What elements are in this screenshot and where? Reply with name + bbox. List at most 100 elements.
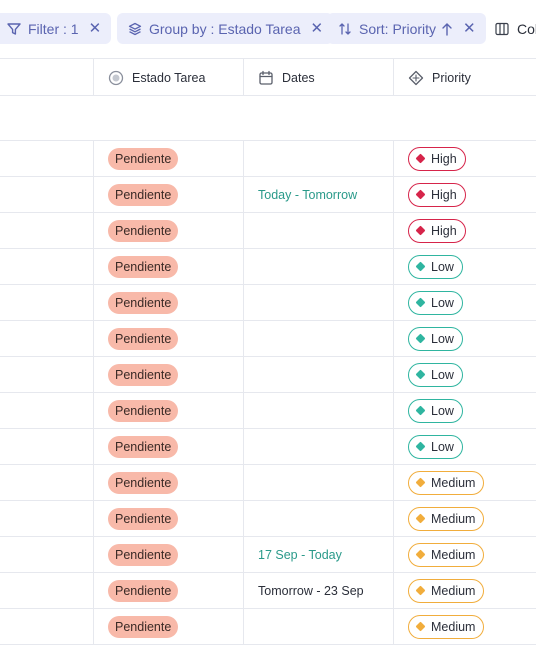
priority-badge[interactable]: High: [408, 218, 466, 243]
table-row[interactable]: Pendiente Low: [0, 429, 536, 465]
table-header: Estado Tarea Dates Priority: [0, 58, 536, 96]
status-cell[interactable]: Pendiente: [94, 609, 243, 644]
table-row[interactable]: Pendiente Low: [0, 357, 536, 393]
dates-cell[interactable]: [244, 609, 393, 644]
priority-badge[interactable]: High: [408, 146, 466, 171]
table-row[interactable]: Pendiente Medium: [0, 501, 536, 537]
status-cell[interactable]: Pendiente: [94, 177, 243, 212]
remove-sort-icon[interactable]: ✕: [463, 21, 476, 36]
priority-badge[interactable]: Medium: [408, 542, 485, 567]
priority-cell[interactable]: Low: [394, 249, 536, 284]
priority-cell[interactable]: Low: [394, 357, 536, 392]
priority-badge[interactable]: Medium: [408, 506, 485, 531]
dates-cell[interactable]: [244, 357, 393, 392]
priority-cell[interactable]: Low: [394, 285, 536, 320]
arrow-up-icon[interactable]: [441, 22, 453, 36]
priority-cell[interactable]: High: [394, 213, 536, 248]
dates-cell[interactable]: [244, 501, 393, 536]
status-badge[interactable]: Pendiente: [108, 147, 179, 170]
dates-cell[interactable]: [244, 429, 393, 464]
status-badge[interactable]: Pendiente: [108, 579, 179, 602]
dates-cell[interactable]: Tomorrow - 23 Sep: [244, 573, 393, 608]
status-cell[interactable]: Pendiente: [94, 141, 243, 176]
table-row[interactable]: Pendiente High: [0, 141, 536, 177]
table-row[interactable]: Pendiente Low: [0, 249, 536, 285]
table-row[interactable]: Pendiente High: [0, 213, 536, 249]
status-cell[interactable]: Pendiente: [94, 321, 243, 356]
dates-cell[interactable]: Today - Tomorrow: [244, 177, 393, 212]
dates-cell[interactable]: [244, 213, 393, 248]
table-row[interactable]: Pendiente Medium: [0, 609, 536, 645]
priority-label: Low: [431, 367, 454, 382]
dates-cell[interactable]: [244, 393, 393, 428]
table-row[interactable]: Pendiente Low: [0, 285, 536, 321]
layers-icon: [127, 21, 143, 37]
column-header-estado-tarea[interactable]: Estado Tarea: [94, 59, 243, 96]
status-badge[interactable]: Pendiente: [108, 471, 179, 494]
dates-cell[interactable]: [244, 141, 393, 176]
status-badge[interactable]: Pendiente: [108, 543, 179, 566]
dates-cell[interactable]: [244, 285, 393, 320]
priority-cell[interactable]: High: [394, 177, 536, 212]
status-cell[interactable]: Pendiente: [94, 357, 243, 392]
priority-badge[interactable]: Low: [408, 254, 463, 279]
priority-badge[interactable]: Low: [408, 290, 463, 315]
priority-cell[interactable]: Medium: [394, 501, 536, 536]
status-badge[interactable]: Pendiente: [108, 399, 179, 422]
column-header-priority[interactable]: Priority: [394, 59, 536, 96]
status-cell[interactable]: Pendiente: [94, 213, 243, 248]
filter-chip[interactable]: Filter : 1 ✕: [0, 13, 112, 44]
priority-badge[interactable]: Low: [408, 398, 463, 423]
priority-badge[interactable]: Medium: [408, 578, 485, 603]
status-cell[interactable]: Pendiente: [94, 465, 243, 500]
status-cell[interactable]: Pendiente: [94, 393, 243, 428]
priority-badge[interactable]: High: [408, 182, 466, 207]
sort-chip[interactable]: Sort: Priority ✕: [327, 13, 486, 44]
remove-group-icon[interactable]: ✕: [311, 21, 324, 36]
dates-cell[interactable]: [244, 465, 393, 500]
table-row[interactable]: Pendiente Low: [0, 321, 536, 357]
status-badge[interactable]: Pendiente: [108, 183, 179, 206]
priority-cell[interactable]: Medium: [394, 537, 536, 572]
priority-badge[interactable]: Low: [408, 362, 463, 387]
status-badge[interactable]: Pendiente: [108, 615, 179, 638]
status-badge[interactable]: Pendiente: [108, 255, 179, 278]
table-row[interactable]: Pendiente Medium: [0, 465, 536, 501]
status-cell[interactable]: Pendiente: [94, 285, 243, 320]
priority-badge[interactable]: Low: [408, 434, 463, 459]
table-row[interactable]: Pendiente Tomorrow - 23 Sep Medium: [0, 573, 536, 609]
remove-filter-icon[interactable]: ✕: [89, 21, 102, 36]
priority-cell[interactable]: Medium: [394, 573, 536, 608]
priority-cell[interactable]: High: [394, 141, 536, 176]
priority-badge[interactable]: Medium: [408, 470, 485, 495]
priority-cell[interactable]: Low: [394, 393, 536, 428]
status-cell[interactable]: Pendiente: [94, 429, 243, 464]
status-cell[interactable]: Pendiente: [94, 249, 243, 284]
status-badge[interactable]: Pendiente: [108, 363, 179, 386]
priority-cell[interactable]: Medium: [394, 465, 536, 500]
priority-label: Medium: [431, 547, 476, 562]
priority-cell[interactable]: Low: [394, 321, 536, 356]
table-row[interactable]: Pendiente Today - Tomorrow High: [0, 177, 536, 213]
column-header-dates[interactable]: Dates: [244, 59, 393, 96]
status-badge[interactable]: Pendiente: [108, 435, 179, 458]
status-cell[interactable]: Pendiente: [94, 573, 243, 608]
priority-cell[interactable]: Medium: [394, 609, 536, 644]
group-by-chip[interactable]: Group by : Estado Tarea ✕: [117, 13, 334, 44]
priority-cell[interactable]: Low: [394, 429, 536, 464]
table-row[interactable]: Pendiente Low: [0, 393, 536, 429]
dates-cell[interactable]: [244, 321, 393, 356]
columns-button[interactable]: Col: [495, 13, 536, 44]
priority-diamond-icon: [415, 441, 426, 452]
status-cell[interactable]: Pendiente: [94, 537, 243, 572]
status-badge[interactable]: Pendiente: [108, 507, 179, 530]
table-row[interactable]: Pendiente 17 Sep - Today Medium: [0, 537, 536, 573]
status-badge[interactable]: Pendiente: [108, 291, 179, 314]
status-badge[interactable]: Pendiente: [108, 327, 179, 350]
dates-cell[interactable]: [244, 249, 393, 284]
priority-badge[interactable]: Medium: [408, 614, 485, 639]
dates-cell[interactable]: 17 Sep - Today: [244, 537, 393, 572]
status-badge[interactable]: Pendiente: [108, 219, 179, 242]
priority-badge[interactable]: Low: [408, 326, 463, 351]
status-cell[interactable]: Pendiente: [94, 501, 243, 536]
